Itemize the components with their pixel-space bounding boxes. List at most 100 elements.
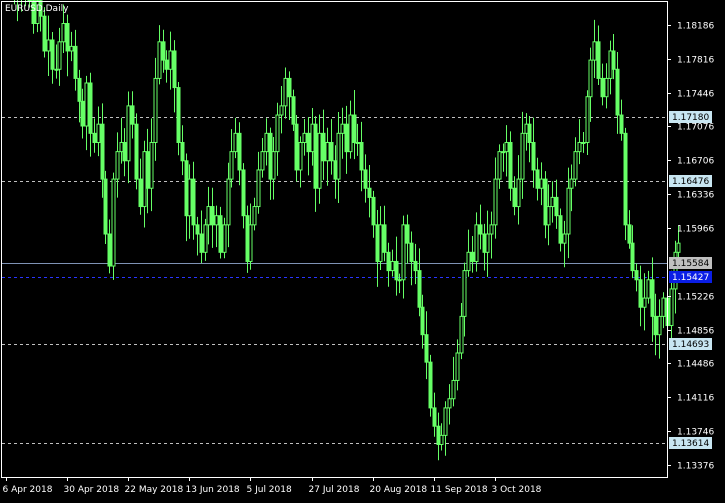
- candle-body: [638, 279, 643, 308]
- candle-body: [466, 251, 471, 272]
- candle-body: [417, 270, 422, 308]
- candle-body: [344, 123, 349, 153]
- price-tick-label: 1.14486: [677, 360, 714, 370]
- candle-body: [596, 41, 601, 79]
- candle-body: [619, 114, 624, 134]
- candle-body: [321, 132, 326, 162]
- candle-body: [474, 224, 479, 262]
- time-tick-label: 22 May 2018: [125, 485, 184, 495]
- candle-body: [550, 196, 555, 208]
- candle-body: [604, 77, 609, 98]
- candle-body: [424, 334, 429, 363]
- candle-body: [46, 39, 51, 52]
- candle-body: [428, 361, 433, 409]
- candle-body: [355, 141, 360, 144]
- candle-body: [650, 279, 655, 317]
- candle-body: [69, 45, 74, 52]
- candle-body: [352, 114, 357, 143]
- candle-body: [57, 41, 62, 70]
- candle-body: [206, 206, 211, 226]
- price-tick-label: 1.18186: [677, 22, 714, 32]
- candle-body: [107, 233, 112, 267]
- candle: [111, 172, 116, 280]
- candle-body: [325, 141, 330, 162]
- price-tick-label: 1.15966: [677, 225, 714, 235]
- candle-body: [298, 141, 303, 171]
- candle-body: [172, 50, 177, 89]
- candle-body: [489, 224, 494, 235]
- candle-body: [615, 68, 620, 116]
- candle-body: [126, 105, 131, 162]
- candle-body: [371, 196, 376, 226]
- candle-body: [115, 151, 120, 180]
- price-tick-label: 1.17446: [677, 90, 714, 100]
- candle-body: [103, 178, 108, 235]
- candle-body: [191, 178, 196, 226]
- candle-body: [287, 77, 292, 98]
- candle-body: [611, 50, 616, 70]
- candle-body: [348, 114, 353, 153]
- candle-body: [623, 132, 628, 226]
- price-tick-label: 1.14856: [677, 327, 714, 337]
- symbol-label: EURUSD,Daily: [5, 4, 69, 14]
- candle-body: [363, 169, 368, 189]
- candle-body: [271, 151, 276, 180]
- candle-body: [336, 132, 341, 180]
- bid-tag: 1.15584: [669, 257, 712, 269]
- candle-body: [340, 123, 345, 134]
- time-tick-label: 27 Jul 2018: [309, 485, 360, 495]
- candle-body: [573, 151, 578, 180]
- candle-body: [558, 215, 563, 244]
- candle-body: [65, 23, 70, 52]
- candle-body: [386, 251, 391, 272]
- candle-body: [229, 151, 234, 180]
- candle-body: [646, 279, 651, 299]
- candle-body: [233, 132, 238, 153]
- candle-body: [562, 233, 567, 244]
- candle-body: [497, 151, 502, 180]
- candle-body: [161, 41, 166, 61]
- candle-body: [390, 260, 395, 272]
- candle-body: [176, 87, 181, 143]
- chart-window[interactable]: 1.18186 1.17816 1.17446 1.17076 1.16706 1.163…: [0, 0, 725, 500]
- candle-body: [394, 260, 399, 281]
- candle-body: [260, 151, 265, 171]
- price-tick-label: 1.17816: [677, 56, 714, 66]
- candle-body: [317, 132, 322, 189]
- candle-body: [134, 123, 139, 180]
- candle-body: [451, 379, 456, 400]
- candle-body: [153, 77, 158, 143]
- candle-body: [539, 178, 544, 189]
- level-tag-label: 1.13614: [672, 439, 709, 449]
- candle-body: [405, 224, 410, 244]
- candle: [623, 127, 628, 241]
- candle-body: [462, 270, 467, 317]
- candle-body: [439, 434, 444, 446]
- candle-body: [577, 141, 582, 153]
- candle-body: [470, 251, 475, 262]
- candle-body: [27, 0, 32, 2]
- candle-body: [569, 178, 574, 189]
- candle-body: [145, 151, 150, 189]
- candle-body: [653, 315, 658, 336]
- candle-body: [588, 59, 593, 98]
- candle-body: [42, 15, 47, 52]
- candle-body: [306, 132, 311, 153]
- candle-body: [585, 96, 590, 143]
- candle-body: [294, 123, 299, 171]
- candle-body: [520, 132, 525, 180]
- level-tag: 1.16476: [669, 175, 712, 187]
- candle-body: [581, 141, 586, 144]
- candle-body: [657, 315, 662, 336]
- time-tick-label: 20 Aug 2018: [370, 485, 428, 495]
- price-chart[interactable]: 1.18186 1.17816 1.17446 1.17076 1.16706 1.163…: [0, 0, 725, 500]
- candle-body: [661, 297, 666, 317]
- time-tick-label: 11 Sep 2018: [431, 485, 488, 495]
- candle-body: [642, 297, 647, 308]
- candle-body: [459, 315, 464, 354]
- time-tick-label: 5 Jul 2018: [247, 485, 292, 495]
- level-tag-label: 1.17180: [672, 113, 709, 123]
- candle-body: [291, 96, 296, 125]
- candle-body: [241, 169, 246, 217]
- candle-body: [138, 178, 143, 208]
